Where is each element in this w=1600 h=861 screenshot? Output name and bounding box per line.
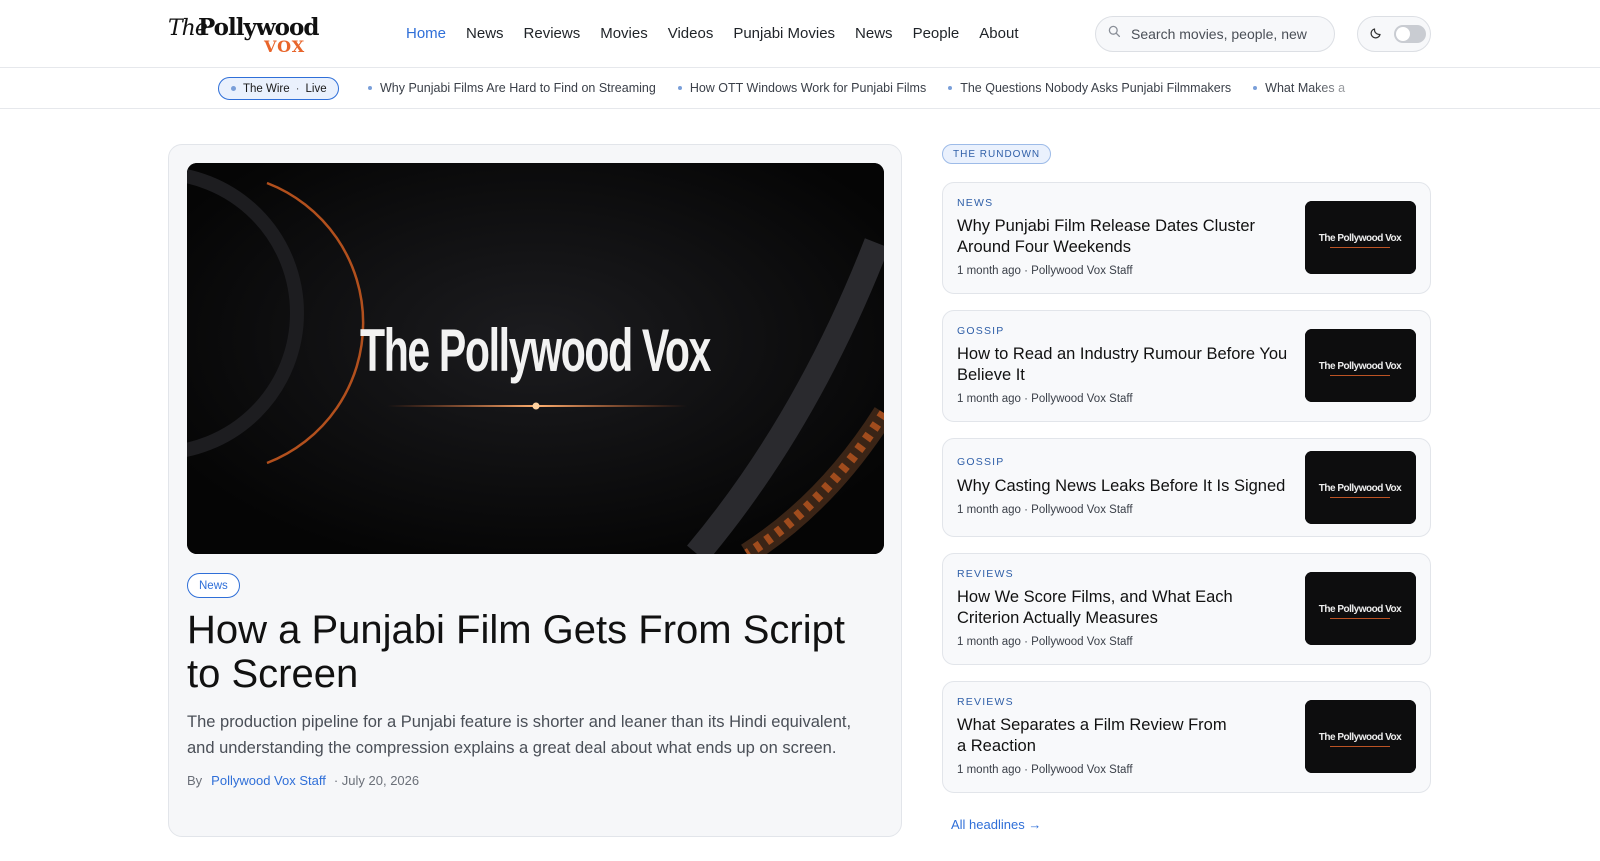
rundown-title[interactable]: How We Score Films, and What Each Criter… <box>957 587 1292 629</box>
rundown-card[interactable]: NEWS Why Punjabi Film Release Dates Clus… <box>942 182 1431 294</box>
rundown-title[interactable]: How to Read an Industry Rumour Before Yo… <box>957 344 1292 386</box>
ticker-item-label: Why Punjabi Films Are Hard to Find on St… <box>380 81 656 95</box>
live-dot-icon <box>231 86 236 91</box>
ticker-fade <box>1310 68 1390 108</box>
ticker-item[interactable]: Why Punjabi Films Are Hard to Find on St… <box>368 81 656 95</box>
feature-image[interactable]: The Pollywood Vox <box>187 163 884 554</box>
ticker-items: Why Punjabi Films Are Hard to Find on St… <box>368 68 1378 108</box>
news-ticker: The Wire · Live Why Punjabi Films Are Ha… <box>0 68 1600 109</box>
author-link[interactable]: Pollywood Vox Staff <box>211 773 326 788</box>
rundown-title[interactable]: What Separates a Film Review From a Reac… <box>957 715 1237 757</box>
rundown-title[interactable]: Why Punjabi Film Release Dates Cluster A… <box>957 216 1292 258</box>
nav-item-about[interactable]: About <box>979 25 1018 42</box>
rundown-card[interactable]: GOSSIP How to Read an Industry Rumour Be… <box>942 310 1431 422</box>
search-box[interactable] <box>1095 16 1335 52</box>
wire-label: The Wire <box>243 82 290 95</box>
theme-toggle[interactable] <box>1357 16 1431 52</box>
bullet-icon <box>948 86 953 90</box>
thumbnail-text: The Pollywood Vox <box>1319 604 1402 615</box>
ticker-item-label: The Questions Nobody Asks Punjabi Filmma… <box>960 81 1232 95</box>
bullet-icon <box>677 86 682 90</box>
site-logo[interactable]: The Pollywood VOX <box>168 12 319 56</box>
nav-item-home[interactable]: Home <box>406 25 446 42</box>
search-input[interactable] <box>1131 26 1321 42</box>
nav-item-punjabi-movies[interactable]: Punjabi Movies <box>733 25 835 42</box>
rundown-card[interactable]: REVIEWS How We Score Films, and What Eac… <box>942 553 1431 665</box>
rundown-title[interactable]: Why Casting News Leaks Before It Is Sign… <box>957 476 1292 497</box>
byline-prefix: By <box>187 773 203 788</box>
nav-item-movies[interactable]: Movies <box>600 25 648 42</box>
rundown-thumbnail[interactable]: The Pollywood Vox <box>1305 572 1416 645</box>
bullet-icon <box>1253 86 1258 90</box>
ticker-item[interactable]: The Questions Nobody Asks Punjabi Filmma… <box>948 81 1231 95</box>
live-label: Live <box>305 82 327 95</box>
nav-item-news-2[interactable]: News <box>855 25 893 42</box>
thumbnail-text: The Pollywood Vox <box>1319 732 1402 743</box>
feature-card: The Pollywood Vox News How a Punjabi Fil… <box>168 144 902 837</box>
nav-item-news[interactable]: News <box>466 25 504 42</box>
wire-live-badge: The Wire · Live <box>218 77 339 100</box>
thumbnail-text: The Pollywood Vox <box>1319 233 1402 244</box>
feature-headline[interactable]: How a Punjabi Film Gets From Script to S… <box>187 608 877 696</box>
rundown-category: GOSSIP <box>957 456 1005 468</box>
rundown-meta: 1 month ago · Pollywood Vox Staff <box>957 764 1133 776</box>
ticker-item[interactable]: How OTT Windows Work for Punjabi Films <box>677 81 927 95</box>
moon-icon <box>1370 25 1384 44</box>
feature-image-title: The Pollywood Vox <box>360 317 711 384</box>
rundown-meta: 1 month ago · Pollywood Vox Staff <box>957 504 1133 516</box>
publish-date: · July 20, 2026 <box>333 773 420 788</box>
rundown-label: THE RUNDOWN <box>942 144 1052 164</box>
feature-dek: The production pipeline for a Punjabi fe… <box>187 713 852 757</box>
rundown-thumbnail[interactable]: The Pollywood Vox <box>1305 201 1416 274</box>
feature-byline: By Pollywood Vox Staff · July 20, 2026 <box>187 773 419 788</box>
rundown-thumbnail[interactable]: The Pollywood Vox <box>1305 451 1416 524</box>
rundown-thumbnail[interactable]: The Pollywood Vox <box>1305 329 1416 402</box>
main-nav: Home News Reviews Movies Videos Punjabi … <box>406 0 1038 66</box>
feature-category-tag[interactable]: News <box>187 573 240 598</box>
nav-item-reviews[interactable]: Reviews <box>524 25 581 42</box>
toggle-switch[interactable] <box>1394 25 1426 43</box>
search-icon <box>1108 25 1121 43</box>
rundown-meta: 1 month ago · Pollywood Vox Staff <box>957 265 1133 277</box>
rundown-category: REVIEWS <box>957 568 1014 580</box>
wire-separator: · <box>295 82 300 95</box>
bullet-icon <box>368 86 372 90</box>
rundown-meta: 1 month ago · Pollywood Vox Staff <box>957 393 1133 405</box>
rundown-category: GOSSIP <box>957 325 1005 337</box>
rundown-category: NEWS <box>957 197 994 209</box>
thumbnail-text: The Pollywood Vox <box>1319 483 1402 494</box>
nav-item-people[interactable]: People <box>913 25 960 42</box>
rundown-meta: 1 month ago · Pollywood Vox Staff <box>957 636 1133 648</box>
all-headlines-link[interactable]: All headlines → <box>951 817 1041 832</box>
rundown-category: REVIEWS <box>957 696 1014 708</box>
site-header: The Pollywood VOX Home News Reviews Movi… <box>0 0 1600 68</box>
thumbnail-text: The Pollywood Vox <box>1319 361 1402 372</box>
ticker-item-label: How OTT Windows Work for Punjabi Films <box>689 81 927 95</box>
toggle-knob <box>1396 27 1410 41</box>
rundown-card[interactable]: REVIEWS What Separates a Film Review Fro… <box>942 681 1431 793</box>
nav-item-videos[interactable]: Videos <box>668 25 714 42</box>
rundown-thumbnail[interactable]: The Pollywood Vox <box>1305 700 1416 773</box>
logo-vox: VOX <box>264 37 306 56</box>
rundown-card[interactable]: GOSSIP Why Casting News Leaks Before It … <box>942 438 1431 537</box>
